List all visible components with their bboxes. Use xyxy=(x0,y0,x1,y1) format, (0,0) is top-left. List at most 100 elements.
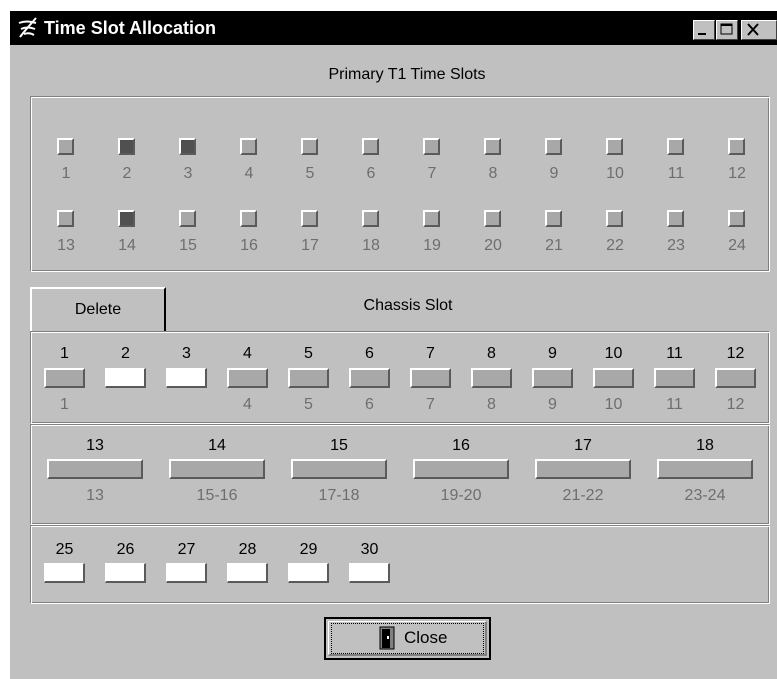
maximize-button[interactable] xyxy=(716,20,738,40)
chassis-slot-timeslots: 15-16 xyxy=(196,487,238,504)
chassis-slot-button-3[interactable] xyxy=(166,368,207,388)
chassis-slot-button-11[interactable] xyxy=(654,368,695,388)
chassis-slot-number: 12 xyxy=(726,345,745,362)
chassis-slot-button-9[interactable] xyxy=(532,368,573,388)
chassis-slot-button-14[interactable] xyxy=(169,459,265,479)
timeslot-indicator-22 xyxy=(606,210,623,227)
chassis-slot-button-15[interactable] xyxy=(291,459,387,479)
timeslot-indicator-17 xyxy=(301,210,318,227)
timeslot-label: 21 xyxy=(545,237,563,254)
timeslot-label: 17 xyxy=(301,237,319,254)
timeslot-indicator-23 xyxy=(667,210,684,227)
chassis-slot-button-4[interactable] xyxy=(227,368,268,388)
chassis-slot-button-27[interactable] xyxy=(166,563,207,583)
chassis-slot-button-5[interactable] xyxy=(288,368,329,388)
chassis-slot-number: 13 xyxy=(86,437,104,454)
chassis-slot-button-12[interactable] xyxy=(715,368,756,388)
chassis-slot-number: 16 xyxy=(452,437,470,454)
chassis-slot-button-25[interactable] xyxy=(44,563,85,583)
chassis-slot-number: 26 xyxy=(116,541,135,558)
chassis-slot-button-10[interactable] xyxy=(593,368,634,388)
chassis-slot-timeslots: 21-22 xyxy=(562,487,604,504)
timeslot-label: 13 xyxy=(57,237,75,254)
timeslot-indicator-7 xyxy=(423,138,440,155)
timeslot-label: 18 xyxy=(362,237,380,254)
timeslot-label: 16 xyxy=(240,237,258,254)
chassis-slot-button-8[interactable] xyxy=(471,368,512,388)
timeslot-indicator-9 xyxy=(545,138,562,155)
chassis-slot-button-13[interactable] xyxy=(47,459,143,479)
chassis-slot-button-2[interactable] xyxy=(105,368,146,388)
chassis-slot-number: 15 xyxy=(330,437,348,454)
timeslot-label: 8 xyxy=(488,165,498,182)
chassis-slot-number: 4 xyxy=(243,345,252,362)
chassis-slot-number: 8 xyxy=(487,345,496,362)
title-bar[interactable]: Time Slot Allocation xyxy=(10,11,777,45)
chassis-slot-timeslots: 9 xyxy=(548,396,557,413)
chassis-slot-button-16[interactable] xyxy=(413,459,509,479)
chassis-slot-number: 25 xyxy=(55,541,74,558)
primary-t1-group xyxy=(30,96,770,272)
timeslot-indicator-2 xyxy=(118,138,135,155)
chassis-slot-number: 6 xyxy=(365,345,374,362)
timeslot-label: 2 xyxy=(122,165,132,182)
timeslot-indicator-15 xyxy=(179,210,196,227)
minimize-button[interactable] xyxy=(693,20,715,40)
timeslot-indicator-24 xyxy=(728,210,745,227)
chassis-slot-timeslots: 19-20 xyxy=(440,487,482,504)
timeslot-indicator-16 xyxy=(240,210,257,227)
chassis-slot-timeslots: 13 xyxy=(86,487,104,504)
timeslot-indicator-11 xyxy=(667,138,684,155)
chassis-slot-button-1[interactable] xyxy=(44,368,85,388)
chassis-slot-button-6[interactable] xyxy=(349,368,390,388)
chassis-slot-button-17[interactable] xyxy=(535,459,631,479)
timeslot-label: 5 xyxy=(305,165,315,182)
chassis-slot-number: 1 xyxy=(60,345,69,362)
timeslot-indicator-8 xyxy=(484,138,501,155)
chassis-slot-button-18[interactable] xyxy=(657,459,753,479)
chassis-slot-number: 30 xyxy=(360,541,379,558)
chassis-slot-timeslots: 23-24 xyxy=(684,487,726,504)
chassis-slot-timeslots: 4 xyxy=(243,396,252,413)
chassis-slot-heading: Chassis Slot xyxy=(363,297,453,314)
chassis-slot-number: 28 xyxy=(238,541,257,558)
delete-button[interactable]: Delete xyxy=(30,287,166,331)
timeslot-label: 19 xyxy=(423,237,441,254)
close-button[interactable]: Close xyxy=(324,617,491,660)
minimize-icon xyxy=(698,33,706,35)
chassis-slot-number: 2 xyxy=(121,345,130,362)
timeslot-label: 4 xyxy=(244,165,254,182)
timeslot-indicator-13 xyxy=(57,210,74,227)
timeslot-label: 23 xyxy=(667,237,685,254)
close-x-icon xyxy=(747,23,759,36)
timeslot-label: 12 xyxy=(728,165,746,182)
chassis-slot-button-29[interactable] xyxy=(288,563,329,583)
timeslot-indicator-5 xyxy=(301,138,318,155)
chassis-slot-timeslots: 7 xyxy=(426,396,435,413)
close-window-button[interactable] xyxy=(741,20,777,40)
timeslot-indicator-18 xyxy=(362,210,379,227)
timeslot-label: 1 xyxy=(61,165,71,182)
timeslot-label: 7 xyxy=(427,165,437,182)
timeslot-label: 14 xyxy=(118,237,136,254)
chassis-slot-button-28[interactable] xyxy=(227,563,268,583)
timeslot-label: 20 xyxy=(484,237,502,254)
timeslot-indicator-10 xyxy=(606,138,623,155)
chassis-slot-number: 5 xyxy=(304,345,313,362)
chassis-slot-number: 10 xyxy=(604,345,623,362)
timeslot-indicator-1 xyxy=(57,138,74,155)
timeslot-label: 10 xyxy=(606,165,624,182)
timeslot-indicator-20 xyxy=(484,210,501,227)
chassis-slot-timeslots: 8 xyxy=(487,396,496,413)
timeslot-label: 11 xyxy=(667,165,685,182)
timeslot-label: 22 xyxy=(606,237,624,254)
chassis-slot-button-30[interactable] xyxy=(349,563,390,583)
chassis-slot-number: 7 xyxy=(426,345,435,362)
chassis-slot-button-26[interactable] xyxy=(105,563,146,583)
chassis-slot-number: 27 xyxy=(177,541,196,558)
time-slot-allocation-window: Time Slot Allocation Primary T1 Time Slo… xyxy=(10,11,777,679)
chassis-slot-button-7[interactable] xyxy=(410,368,451,388)
chassis-slot-number: 14 xyxy=(208,437,226,454)
chassis-slot-timeslots: 11 xyxy=(666,396,683,413)
timeslot-indicator-19 xyxy=(423,210,440,227)
